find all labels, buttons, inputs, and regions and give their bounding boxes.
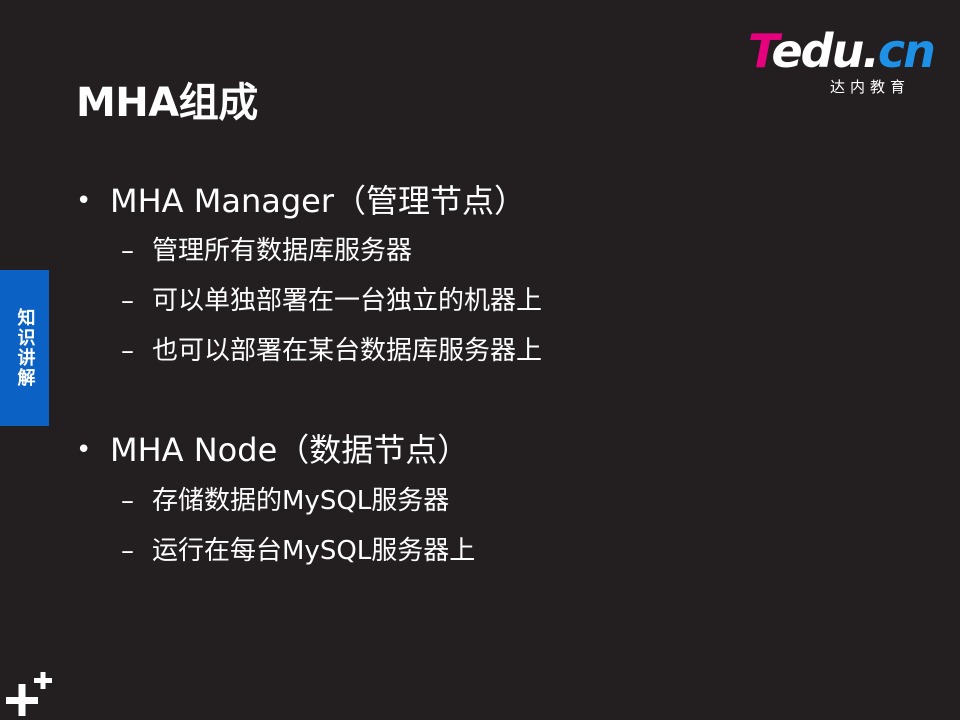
sub-text: 运行在每台MySQL服务器上 bbox=[152, 536, 476, 566]
sub-dash: – bbox=[121, 536, 134, 566]
bullet-dot: • bbox=[76, 435, 92, 465]
logo-edu: edu. bbox=[771, 24, 879, 78]
tedu-logo: Tedu.cn 达内教育 bbox=[748, 28, 938, 98]
slide-title: MHA组成 bbox=[76, 80, 258, 126]
sub-dash: – bbox=[121, 336, 134, 366]
logo-cn: cn bbox=[877, 24, 936, 78]
sub-text: 存储数据的MySQL服务器 bbox=[152, 486, 450, 516]
sub-dash: – bbox=[121, 236, 134, 266]
sub-dash: – bbox=[121, 286, 134, 316]
logo-subtitle: 达内教育 bbox=[830, 78, 911, 96]
bullet-text: MHA Manager（管理节点） bbox=[110, 182, 527, 220]
sub-text: 管理所有数据库服务器 bbox=[152, 236, 413, 266]
side-tab: 知识讲解 bbox=[0, 270, 49, 426]
side-tab-label: 知识讲解 bbox=[14, 308, 36, 388]
plus-icon bbox=[6, 672, 52, 716]
sub-text: 也可以部署在某台数据库服务器上 bbox=[152, 336, 543, 366]
slide: MHA组成 Tedu.cn 达内教育 知识讲解 • MHA Manager（管理… bbox=[0, 0, 960, 720]
bullet-text: MHA Node（数据节点） bbox=[110, 431, 470, 469]
logo-wordmark: Tedu.cn bbox=[748, 28, 936, 74]
bullet-dot: • bbox=[76, 186, 92, 216]
logo-t: T bbox=[748, 24, 773, 78]
sub-text: 可以单独部署在一台独立的机器上 bbox=[152, 286, 543, 316]
sub-dash: – bbox=[121, 486, 134, 516]
